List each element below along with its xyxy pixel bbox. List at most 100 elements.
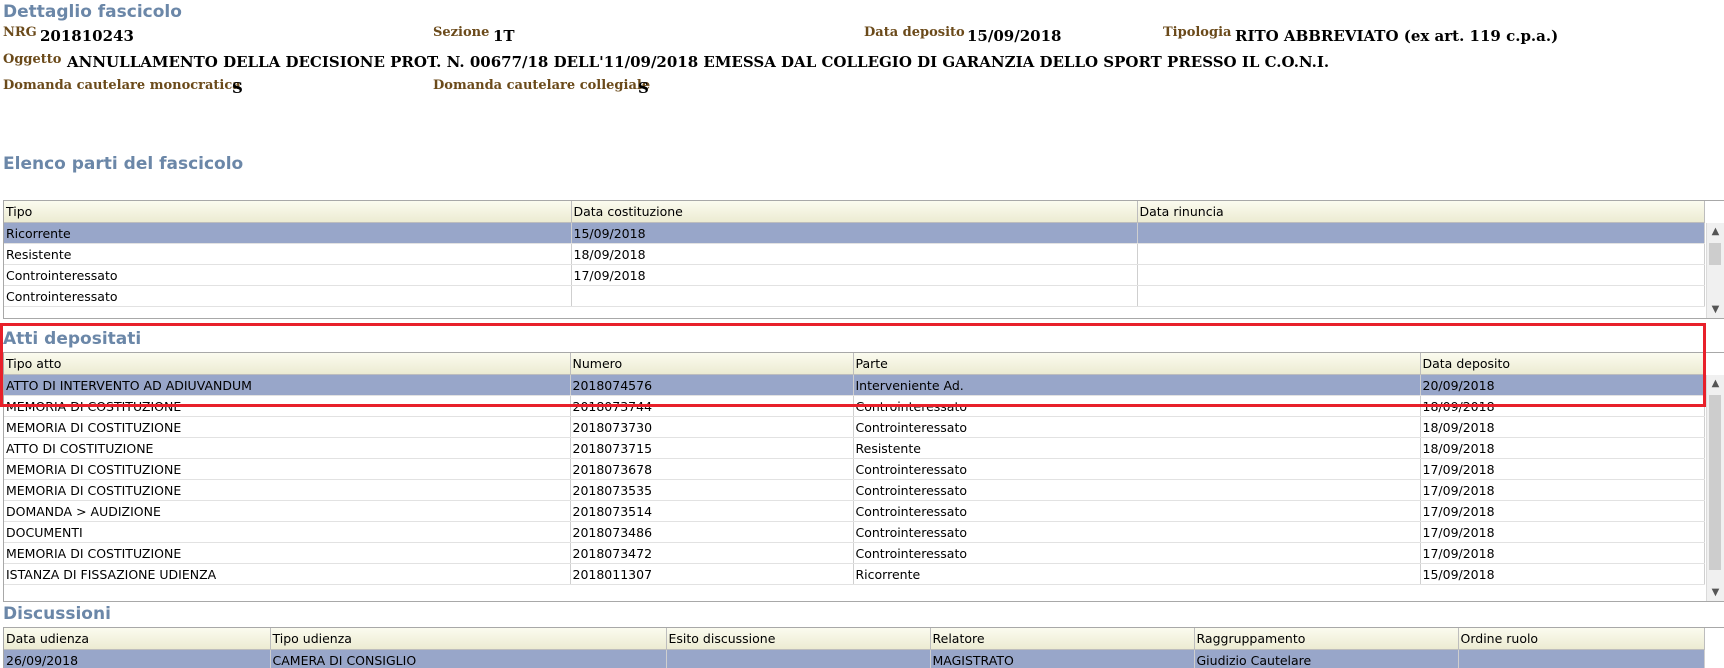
table-cell: 17/09/2018 <box>1420 501 1704 522</box>
table-cell: Ricorrente <box>853 564 1420 585</box>
table-cell: Controinteressato <box>853 417 1420 438</box>
column-header[interactable]: Ordine ruolo <box>1458 628 1704 650</box>
scrollbar-thumb[interactable] <box>1709 243 1721 265</box>
nrg-label: NRG <box>3 25 37 40</box>
scroll-down-icon[interactable]: ▼ <box>1707 584 1724 601</box>
table-row[interactable]: ISTANZA DI FISSAZIONE UDIENZA 2018011307… <box>4 564 1704 585</box>
atti-scrollbar[interactable]: ▲ ▼ <box>1706 375 1724 601</box>
column-header[interactable]: Tipo udienza <box>270 628 666 650</box>
scroll-down-icon[interactable]: ▼ <box>1707 301 1724 318</box>
table-cell: DOCUMENTI <box>4 522 570 543</box>
table-cell: Controinteressato <box>853 396 1420 417</box>
table-cell: 18/09/2018 <box>1420 396 1704 417</box>
atti-section-title: Atti depositati <box>3 329 141 349</box>
table-cell: MEMORIA DI COSTITUZIONE <box>4 480 570 501</box>
table-cell: 2018073486 <box>570 522 853 543</box>
column-header[interactable]: Raggruppamento <box>1194 628 1458 650</box>
table-cell <box>666 650 930 668</box>
collegiale-label: Domanda cautelare collegiale <box>433 78 650 93</box>
monocratica-value: S <box>232 79 243 97</box>
table-row[interactable]: 26/09/2018 CAMERA DI CONSIGLIO MAGISTRAT… <box>4 650 1704 668</box>
table-cell: CAMERA DI CONSIGLIO <box>270 650 666 668</box>
table-cell: 2018073472 <box>570 543 853 564</box>
table-cell: 20/09/2018 <box>1420 375 1704 396</box>
sezione-value: 1T <box>493 27 515 45</box>
table-cell: ISTANZA DI FISSAZIONE UDIENZA <box>4 564 570 585</box>
table-cell: 2018073730 <box>570 417 853 438</box>
data-deposito-label: Data deposito <box>864 25 965 40</box>
table-cell <box>1137 286 1704 307</box>
parti-header-row: Tipo Data costituzione Data rinuncia <box>4 201 1704 223</box>
table-cell: DOMANDA > AUDIZIONE <box>4 501 570 522</box>
data-deposito-value: 15/09/2018 <box>967 27 1061 45</box>
table-cell: 2018011307 <box>570 564 853 585</box>
column-header[interactable]: Numero <box>570 353 853 375</box>
table-cell <box>1137 244 1704 265</box>
monocratica-label: Domanda cautelare monocratica <box>3 78 241 93</box>
column-header[interactable]: Data udienza <box>4 628 270 650</box>
table-row[interactable]: MEMORIA DI COSTITUZIONE 2018073535 Contr… <box>4 480 1704 501</box>
table-cell: 2018074576 <box>570 375 853 396</box>
table-row[interactable]: MEMORIA DI COSTITUZIONE 2018073730 Contr… <box>4 417 1704 438</box>
column-header[interactable]: Data deposito <box>1420 353 1704 375</box>
table-cell: Controinteressato <box>4 286 571 307</box>
table-cell: Controinteressato <box>853 543 1420 564</box>
table-cell: Controinteressato <box>853 459 1420 480</box>
table-cell: Controinteressato <box>853 522 1420 543</box>
collegiale-value: S <box>638 79 649 97</box>
column-header[interactable]: Data rinuncia <box>1137 201 1704 223</box>
table-cell: Interveniente Ad. <box>853 375 1420 396</box>
sezione-label: Sezione <box>433 25 489 40</box>
table-row[interactable]: Controinteressato 17/09/2018 <box>4 265 1704 286</box>
table-row[interactable]: MEMORIA DI COSTITUZIONE 2018073744 Contr… <box>4 396 1704 417</box>
oggetto-label: Oggetto <box>3 52 61 67</box>
column-header[interactable]: Parte <box>853 353 1420 375</box>
nrg-value: 201810243 <box>40 27 134 45</box>
tipologia-label: Tipologia <box>1163 25 1231 40</box>
scroll-up-icon[interactable]: ▲ <box>1707 375 1724 392</box>
table-cell: 18/09/2018 <box>1420 438 1704 459</box>
table-cell: 2018073715 <box>570 438 853 459</box>
page-title: Dettaglio fascicolo <box>3 2 182 22</box>
table-row[interactable]: ATTO DI COSTITUZIONE 2018073715 Resisten… <box>4 438 1704 459</box>
table-row[interactable]: Ricorrente 15/09/2018 <box>4 223 1704 244</box>
table-cell: MAGISTRATO <box>930 650 1194 668</box>
column-header[interactable]: Tipo <box>4 201 571 223</box>
parti-grid[interactable]: Tipo Data costituzione Data rinuncia Ric… <box>3 200 1724 319</box>
table-cell: 17/09/2018 <box>1420 480 1704 501</box>
table-cell: 17/09/2018 <box>1420 522 1704 543</box>
oggetto-value: ANNULLAMENTO DELLA DECISIONE PROT. N. 00… <box>67 53 1329 71</box>
parti-scrollbar[interactable]: ▲ ▼ <box>1706 223 1724 318</box>
scroll-up-icon[interactable]: ▲ <box>1707 223 1724 240</box>
table-row[interactable]: MEMORIA DI COSTITUZIONE 2018073472 Contr… <box>4 543 1704 564</box>
column-header[interactable]: Esito discussione <box>666 628 930 650</box>
table-cell <box>1458 650 1704 668</box>
table-cell: 2018073744 <box>570 396 853 417</box>
table-cell: ATTO DI INTERVENTO AD ADIUVANDUM <box>4 375 570 396</box>
table-cell: Ricorrente <box>4 223 571 244</box>
column-header[interactable]: Tipo atto <box>4 353 570 375</box>
discussioni-section-title: Discussioni <box>3 604 111 624</box>
scrollbar-thumb[interactable] <box>1709 395 1721 570</box>
table-row[interactable]: DOCUMENTI 2018073486 Controinteressato 1… <box>4 522 1704 543</box>
table-cell: 2018073678 <box>570 459 853 480</box>
table-row[interactable]: Controinteressato <box>4 286 1704 307</box>
table-cell: 17/09/2018 <box>571 265 1137 286</box>
table-cell: MEMORIA DI COSTITUZIONE <box>4 459 570 480</box>
table-row[interactable]: ATTO DI INTERVENTO AD ADIUVANDUM 2018074… <box>4 375 1704 396</box>
table-row[interactable]: Resistente 18/09/2018 <box>4 244 1704 265</box>
column-header[interactable]: Data costituzione <box>571 201 1137 223</box>
atti-header-row: Tipo atto Numero Parte Data deposito <box>4 353 1704 375</box>
parti-section-title: Elenco parti del fascicolo <box>3 154 243 174</box>
table-cell: MEMORIA DI COSTITUZIONE <box>4 396 570 417</box>
table-row[interactable]: MEMORIA DI COSTITUZIONE 2018073678 Contr… <box>4 459 1704 480</box>
table-cell: 2018073535 <box>570 480 853 501</box>
table-cell: 18/09/2018 <box>1420 417 1704 438</box>
table-cell: Controinteressato <box>4 265 571 286</box>
table-cell <box>1137 223 1704 244</box>
atti-grid[interactable]: Tipo atto Numero Parte Data deposito ATT… <box>3 352 1724 602</box>
discussioni-grid[interactable]: Data udienza Tipo udienza Esito discussi… <box>3 627 1724 668</box>
table-cell: Resistente <box>4 244 571 265</box>
column-header[interactable]: Relatore <box>930 628 1194 650</box>
table-row[interactable]: DOMANDA > AUDIZIONE 2018073514 Controint… <box>4 501 1704 522</box>
